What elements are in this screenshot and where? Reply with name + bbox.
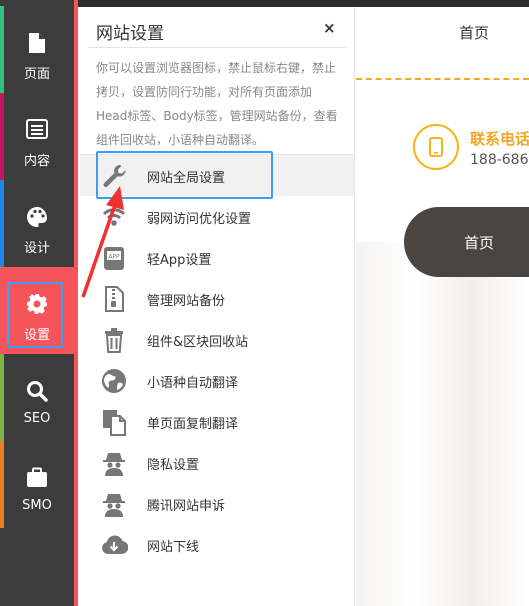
divider bbox=[88, 47, 346, 48]
menu-item-label: 单页面复制翻译 bbox=[147, 417, 239, 432]
sidebar-item-page[interactable]: 页面 bbox=[0, 6, 74, 93]
panel-description: 你可以设置浏览器图标，禁止鼠标右键，禁止拷贝，设置防同行功能，对所有页面添加He… bbox=[96, 61, 338, 147]
menu-item-auto-translate[interactable]: 小语种自动翻译 bbox=[80, 360, 354, 401]
contact-label: 联系电话 bbox=[470, 130, 529, 148]
site-preview: 首页 联系电话 188-6868 首页 bbox=[356, 7, 529, 606]
panel-title: 网站设置 bbox=[96, 24, 164, 44]
nav-home-link[interactable]: 首页 bbox=[459, 22, 489, 43]
sidebar-item-label: SEO bbox=[23, 411, 51, 426]
trash-icon bbox=[100, 326, 128, 354]
cloud-download-icon bbox=[100, 531, 129, 559]
wifi-icon bbox=[100, 203, 128, 231]
list-icon bbox=[0, 119, 74, 141]
menu-item-recycle-bin[interactable]: 组件&区块回收站 bbox=[80, 319, 354, 360]
menu-item-weak-network[interactable]: 弱网访问优化设置 bbox=[80, 196, 354, 237]
sidebar-item-label: 设计 bbox=[23, 241, 50, 256]
menu-item-page-copy-translate[interactable]: 单页面复制翻译 bbox=[80, 401, 354, 442]
menu-item-backup[interactable]: 管理网站备份 bbox=[80, 278, 354, 319]
menu-item-take-offline[interactable]: 网站下线 bbox=[80, 524, 354, 565]
menu-item-label: 轻App设置 bbox=[147, 253, 212, 268]
globe-icon bbox=[100, 367, 128, 395]
close-button[interactable]: × bbox=[323, 19, 336, 37]
sidebar-item-label: 页面 bbox=[23, 67, 50, 82]
sidebar-item-seo[interactable]: SEO bbox=[0, 354, 74, 441]
hero-home-button[interactable]: 首页 bbox=[404, 207, 529, 277]
sidebar-item-label: 内容 bbox=[23, 154, 50, 169]
sidebar-item-content[interactable]: 内容 bbox=[0, 93, 74, 180]
page-icon bbox=[0, 32, 74, 54]
hero-banner bbox=[356, 242, 529, 606]
briefcase-icon bbox=[0, 467, 74, 489]
menu-item-label: 小语种自动翻译 bbox=[147, 376, 239, 391]
left-sidebar: 页面 内容 设计 设置 SEO SMO bbox=[0, 0, 74, 606]
menu-item-label: 管理网站备份 bbox=[147, 294, 226, 309]
svg-text:APP: APP bbox=[108, 254, 120, 261]
menu-item-tencent-appeal[interactable]: 腾讯网站申诉 bbox=[80, 483, 354, 524]
menu-item-label: 腾讯网站申诉 bbox=[147, 499, 226, 514]
dashed-divider bbox=[356, 78, 529, 80]
search-icon bbox=[0, 380, 74, 402]
settings-panel: 网站设置 × 你可以设置浏览器图标，禁止鼠标右键，禁止拷贝，设置防同行功能，对所… bbox=[80, 7, 355, 606]
sidebar-item-smo[interactable]: SMO bbox=[0, 441, 74, 528]
spy-icon bbox=[100, 449, 128, 477]
global-settings-highlight-box bbox=[96, 151, 273, 199]
menu-item-privacy[interactable]: 隐私设置 bbox=[80, 442, 354, 483]
spy-icon bbox=[100, 490, 128, 518]
site-nav: 首页 bbox=[356, 7, 529, 79]
app-icon: APP bbox=[100, 244, 128, 272]
sidebar-item-label: SMO bbox=[22, 498, 52, 513]
menu-item-label: 隐私设置 bbox=[147, 458, 200, 473]
sidebar-item-design[interactable]: 设计 bbox=[0, 180, 74, 267]
copy-icon bbox=[100, 408, 128, 436]
hero-home-button-label: 首页 bbox=[464, 234, 495, 252]
palette-icon bbox=[0, 206, 74, 228]
menu-item-label: 组件&区块回收站 bbox=[147, 335, 249, 350]
settings-highlight-box bbox=[7, 282, 63, 348]
menu-item-label: 网站下线 bbox=[147, 540, 200, 555]
sidebar-divider bbox=[74, 0, 78, 606]
top-bar bbox=[78, 0, 529, 7]
zip-file-icon bbox=[100, 285, 128, 313]
menu-item-light-app[interactable]: APP 轻App设置 bbox=[80, 237, 354, 278]
contact-phone: 188-6868 bbox=[470, 152, 529, 168]
menu-item-label: 弱网访问优化设置 bbox=[147, 212, 252, 227]
phone-icon bbox=[413, 124, 459, 170]
